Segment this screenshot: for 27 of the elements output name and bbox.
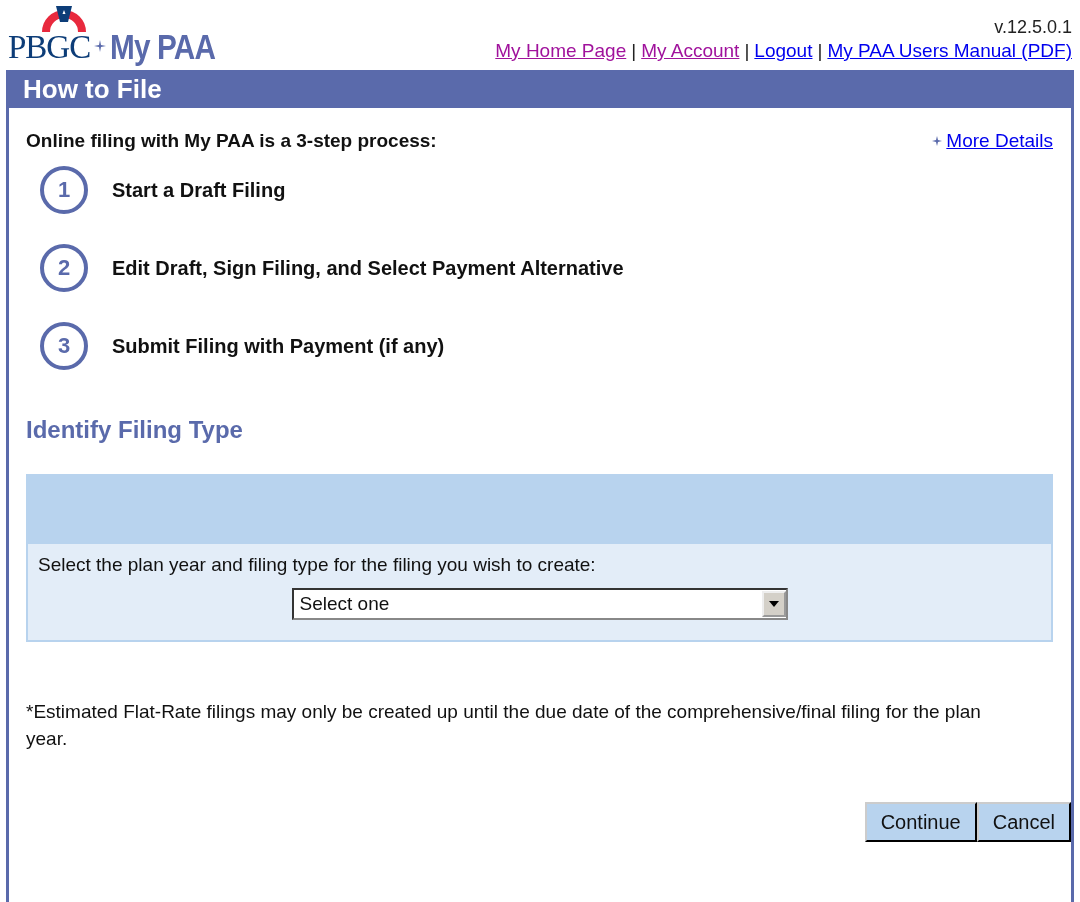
note-text: *Estimated Flat-Rate filings may only be created up until the due date of the comprehensive/final filing for the plan year. bbox=[26, 700, 982, 751]
step-number: 2 bbox=[40, 244, 88, 292]
nav-link[interactable]: Logout bbox=[754, 40, 813, 62]
nav-link[interactable]: My Home Page bbox=[495, 40, 627, 62]
step-label: Submit Filing with Payment (if any) bbox=[112, 334, 445, 358]
intro-text: Online filing with My PAA is a 3-step process: bbox=[26, 130, 437, 152]
version-text: v.12.5.0.1 bbox=[994, 17, 1072, 38]
step-label: Start a Draft Filing bbox=[112, 178, 286, 202]
separator: | bbox=[817, 40, 823, 62]
nav-link[interactable]: My Account bbox=[641, 40, 740, 62]
sparkle-icon bbox=[94, 40, 107, 52]
step-number: 3 bbox=[40, 322, 88, 370]
section-title: Identify Filing Type bbox=[26, 416, 244, 444]
form-prompt: Select the plan year and filing type for the filing you wish to create: bbox=[37, 553, 597, 577]
separator: | bbox=[631, 40, 637, 62]
page-title-bar: How to File bbox=[6, 70, 1074, 108]
caret-icon bbox=[761, 591, 786, 617]
nav-link[interactable]: My PAA Users Manual (PDF) bbox=[827, 40, 1072, 62]
form-button[interactable]: Continue bbox=[864, 802, 977, 842]
sparkle-icon bbox=[932, 136, 943, 146]
separator: | bbox=[744, 40, 750, 62]
step-number: 1 bbox=[40, 166, 88, 214]
step-label: Edit Draft, Sign Filing, and Select Payment Alternative bbox=[112, 256, 624, 280]
logo-org-text: PBGC bbox=[8, 32, 91, 62]
filing-type-select[interactable]: Select one bbox=[291, 588, 788, 620]
more-details-link[interactable]: More Details bbox=[946, 130, 1053, 152]
form-button[interactable]: Cancel bbox=[976, 802, 1071, 842]
